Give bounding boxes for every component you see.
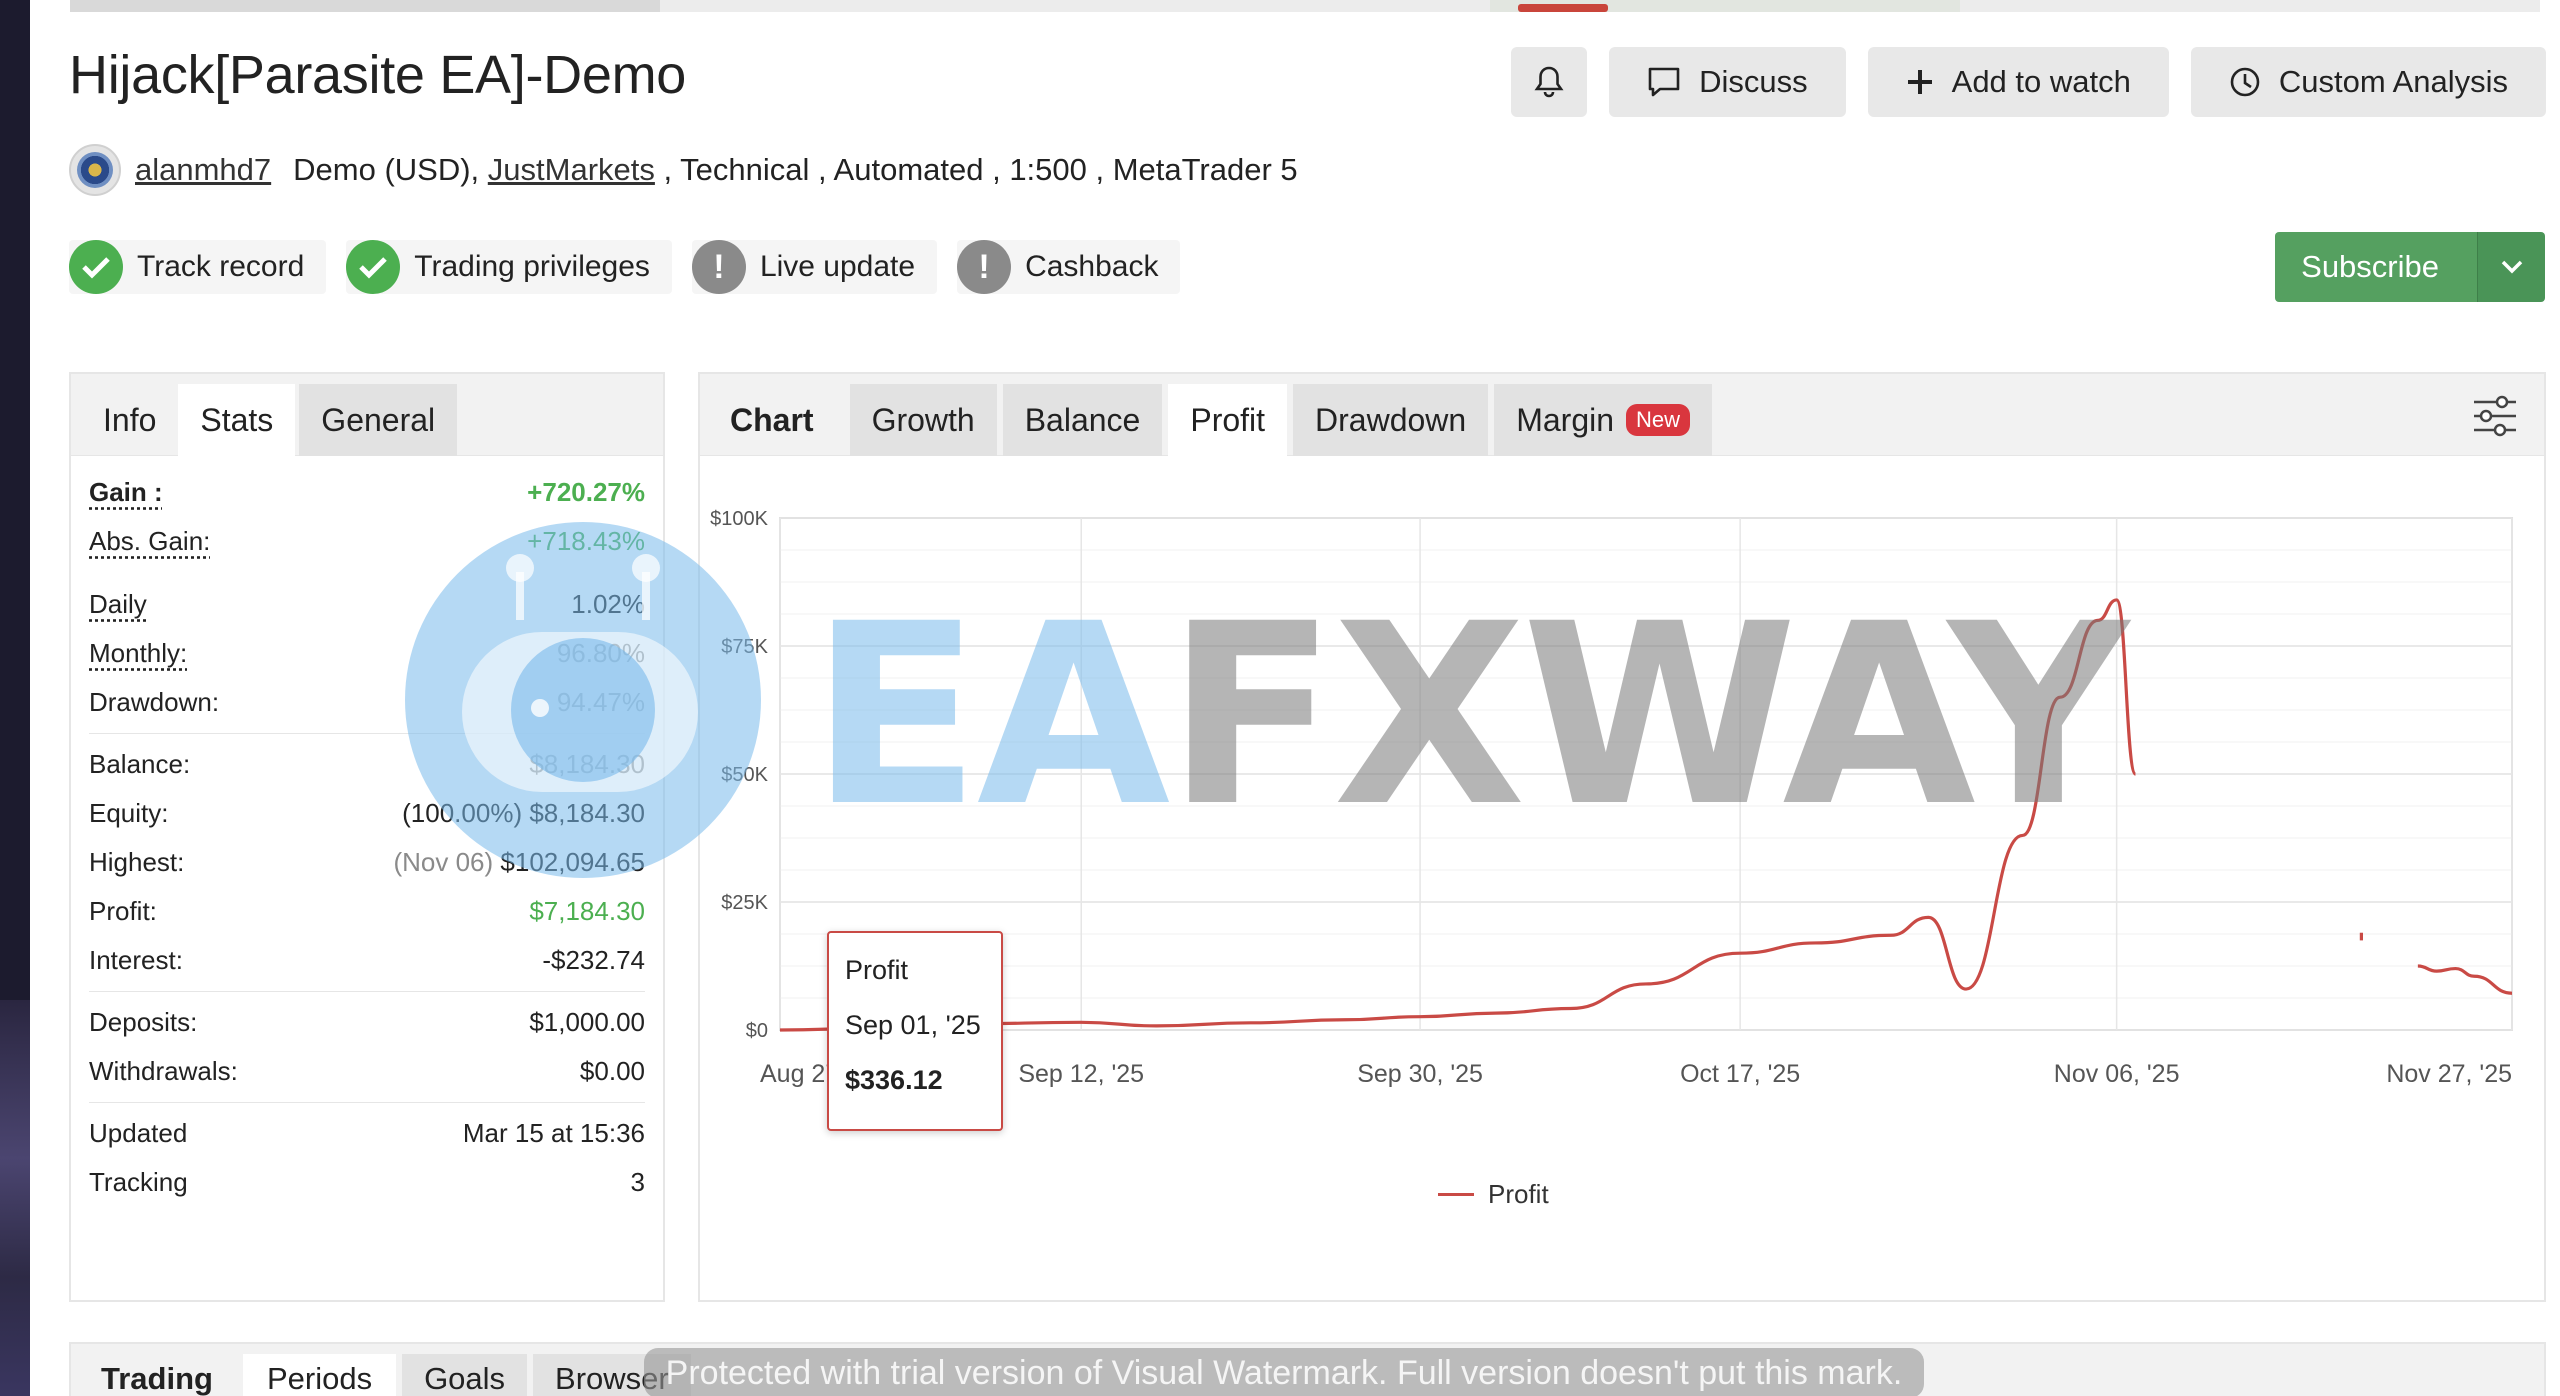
stat-equity: Equity: (100.00%) $8,184.30 — [89, 789, 645, 838]
stats-list: Gain : +720.27% Abs. Gain: +718.43% Dail… — [71, 456, 663, 1207]
badge-label: Trading privileges — [414, 250, 650, 284]
chart-tooltip: Profit Sep 01, '25 $336.12 — [827, 931, 1003, 1131]
tooltip-date: Sep 01, '25 — [845, 1010, 985, 1065]
discuss-button[interactable]: Discuss — [1609, 47, 1846, 117]
stat-withdrawals: Withdrawals: $0.00 — [89, 1047, 645, 1096]
add-to-watch-label: Add to watch — [1952, 64, 2131, 100]
account-meta: alanmhd7 Demo (USD), JustMarkets , Techn… — [69, 143, 1298, 197]
tab-growth[interactable]: Growth — [850, 384, 997, 456]
tab-info[interactable]: Info — [71, 384, 178, 456]
top-actions: Discuss Add to watch Custom Analysis — [1511, 47, 2546, 117]
tab-periods[interactable]: Periods — [243, 1354, 396, 1396]
y-tick-label: $25K — [721, 892, 768, 914]
badge-trading-privileges: Trading privileges — [346, 240, 672, 294]
stat-gain: Gain : +720.27% — [89, 468, 645, 517]
badge-label: Live update — [760, 250, 915, 284]
tab-margin[interactable]: Margin New — [1494, 384, 1712, 456]
author-link[interactable]: alanmhd7 — [135, 152, 271, 188]
top-banner-strip — [70, 0, 2540, 12]
y-tick-label: $75K — [721, 636, 768, 658]
add-to-watch-button[interactable]: Add to watch — [1868, 47, 2169, 117]
stat-drawdown: Drawdown: 94.47% — [89, 678, 645, 727]
legend-label: Profit — [1488, 1179, 1549, 1210]
x-tick-label: Sep 12, '25 — [1018, 1060, 1144, 1088]
profit-chart[interactable]: $0$25K$50K$75K$100K Aug 27, '25 Sep 12, '… — [700, 456, 2544, 1300]
custom-analysis-button[interactable]: Custom Analysis — [2191, 47, 2546, 117]
chart-panel: Chart Growth Balance Profit Drawdown Mar… — [698, 372, 2546, 1302]
stat-monthly: Monthly: 96.80% — [89, 629, 645, 678]
y-tick-label: $0 — [746, 1020, 768, 1042]
badge-track-record: Track record — [69, 240, 326, 294]
chart-settings-button[interactable] — [2470, 392, 2520, 445]
tab-margin-label: Margin — [1516, 402, 1614, 439]
stat-deposits: Deposits: $1,000.00 — [89, 998, 645, 1047]
account-type: Demo (USD), — [293, 152, 488, 188]
tab-general[interactable]: General — [299, 384, 457, 456]
chevron-down-icon — [2500, 259, 2524, 275]
subscribe-control: Subscribe — [2275, 232, 2545, 302]
stat-highest: Highest: (Nov 06) $102,094.65 — [89, 838, 645, 887]
badge-label: Cashback — [1025, 250, 1158, 284]
badge-label: Track record — [137, 250, 304, 284]
tooltip-series: Profit — [845, 955, 985, 1010]
subscribe-button[interactable]: Subscribe — [2275, 232, 2477, 302]
custom-analysis-label: Custom Analysis — [2279, 64, 2508, 100]
tooltip-value: $336.12 — [845, 1065, 985, 1120]
x-tick-label: Oct 17, '25 — [1680, 1060, 1800, 1088]
info-panel: Info Stats General Gain : +720.27% Abs. … — [69, 372, 665, 1302]
speech-bubble-icon — [1647, 66, 1681, 98]
badge-cashback: ! Cashback — [957, 240, 1180, 294]
stat-profit: Profit: $7,184.30 — [89, 887, 645, 936]
tab-goals[interactable]: Goals — [402, 1354, 527, 1396]
notify-button[interactable] — [1511, 47, 1587, 117]
stat-tracking: Tracking 3 — [89, 1158, 645, 1207]
tab-drawdown[interactable]: Drawdown — [1293, 384, 1488, 456]
stat-balance: Balance: $8,184.30 — [89, 740, 645, 789]
legend-swatch — [1438, 1193, 1474, 1196]
chart-legend[interactable]: Profit — [1438, 1179, 1549, 1210]
plus-icon — [1906, 68, 1934, 96]
x-tick-label: Sep 30, '25 — [1357, 1060, 1483, 1088]
exclamation-icon: ! — [692, 240, 746, 294]
discuss-label: Discuss — [1699, 64, 1808, 100]
stat-interest: Interest: -$232.74 — [89, 936, 645, 985]
status-badges: Track record Trading privileges ! Live u… — [69, 240, 1180, 294]
stat-updated: Updated Mar 15 at 15:36 — [89, 1109, 645, 1158]
tab-balance[interactable]: Balance — [1003, 384, 1163, 456]
bell-icon — [1534, 65, 1564, 99]
sliders-icon — [2470, 392, 2520, 440]
left-edge-strip — [0, 0, 30, 1396]
y-tick-label: $50K — [721, 764, 768, 786]
stat-daily: Daily 1.02% — [89, 580, 645, 629]
chart-tabs: Chart Growth Balance Profit Drawdown Mar… — [700, 374, 2544, 456]
check-icon — [346, 240, 400, 294]
avatar[interactable] — [69, 144, 121, 196]
info-tabs: Info Stats General — [71, 374, 663, 456]
x-tick-label: Nov 27, '25 — [2386, 1060, 2512, 1088]
y-tick-label: $100K — [710, 508, 768, 530]
tab-chart[interactable]: Chart — [700, 384, 844, 456]
tab-profit[interactable]: Profit — [1168, 384, 1287, 456]
exclamation-icon: ! — [957, 240, 1011, 294]
tab-trading[interactable]: Trading — [71, 1354, 243, 1396]
broker-link[interactable]: JustMarkets — [488, 152, 655, 188]
tab-stats[interactable]: Stats — [178, 384, 295, 456]
x-tick-label: Nov 06, '25 — [2054, 1060, 2180, 1088]
new-badge: New — [1626, 404, 1690, 436]
clock-icon — [2229, 66, 2261, 98]
page-title: Hijack[Parasite EA]-Demo — [69, 44, 686, 106]
subscribe-dropdown-button[interactable] — [2477, 232, 2545, 302]
badge-live-update: ! Live update — [692, 240, 937, 294]
account-details: , Technical , Automated , 1:500 , MetaTr… — [655, 152, 1298, 188]
check-icon — [69, 240, 123, 294]
trial-watermark-notice: Protected with trial version of Visual W… — [644, 1348, 1924, 1396]
stat-abs-gain: Abs. Gain: +718.43% — [89, 517, 645, 566]
